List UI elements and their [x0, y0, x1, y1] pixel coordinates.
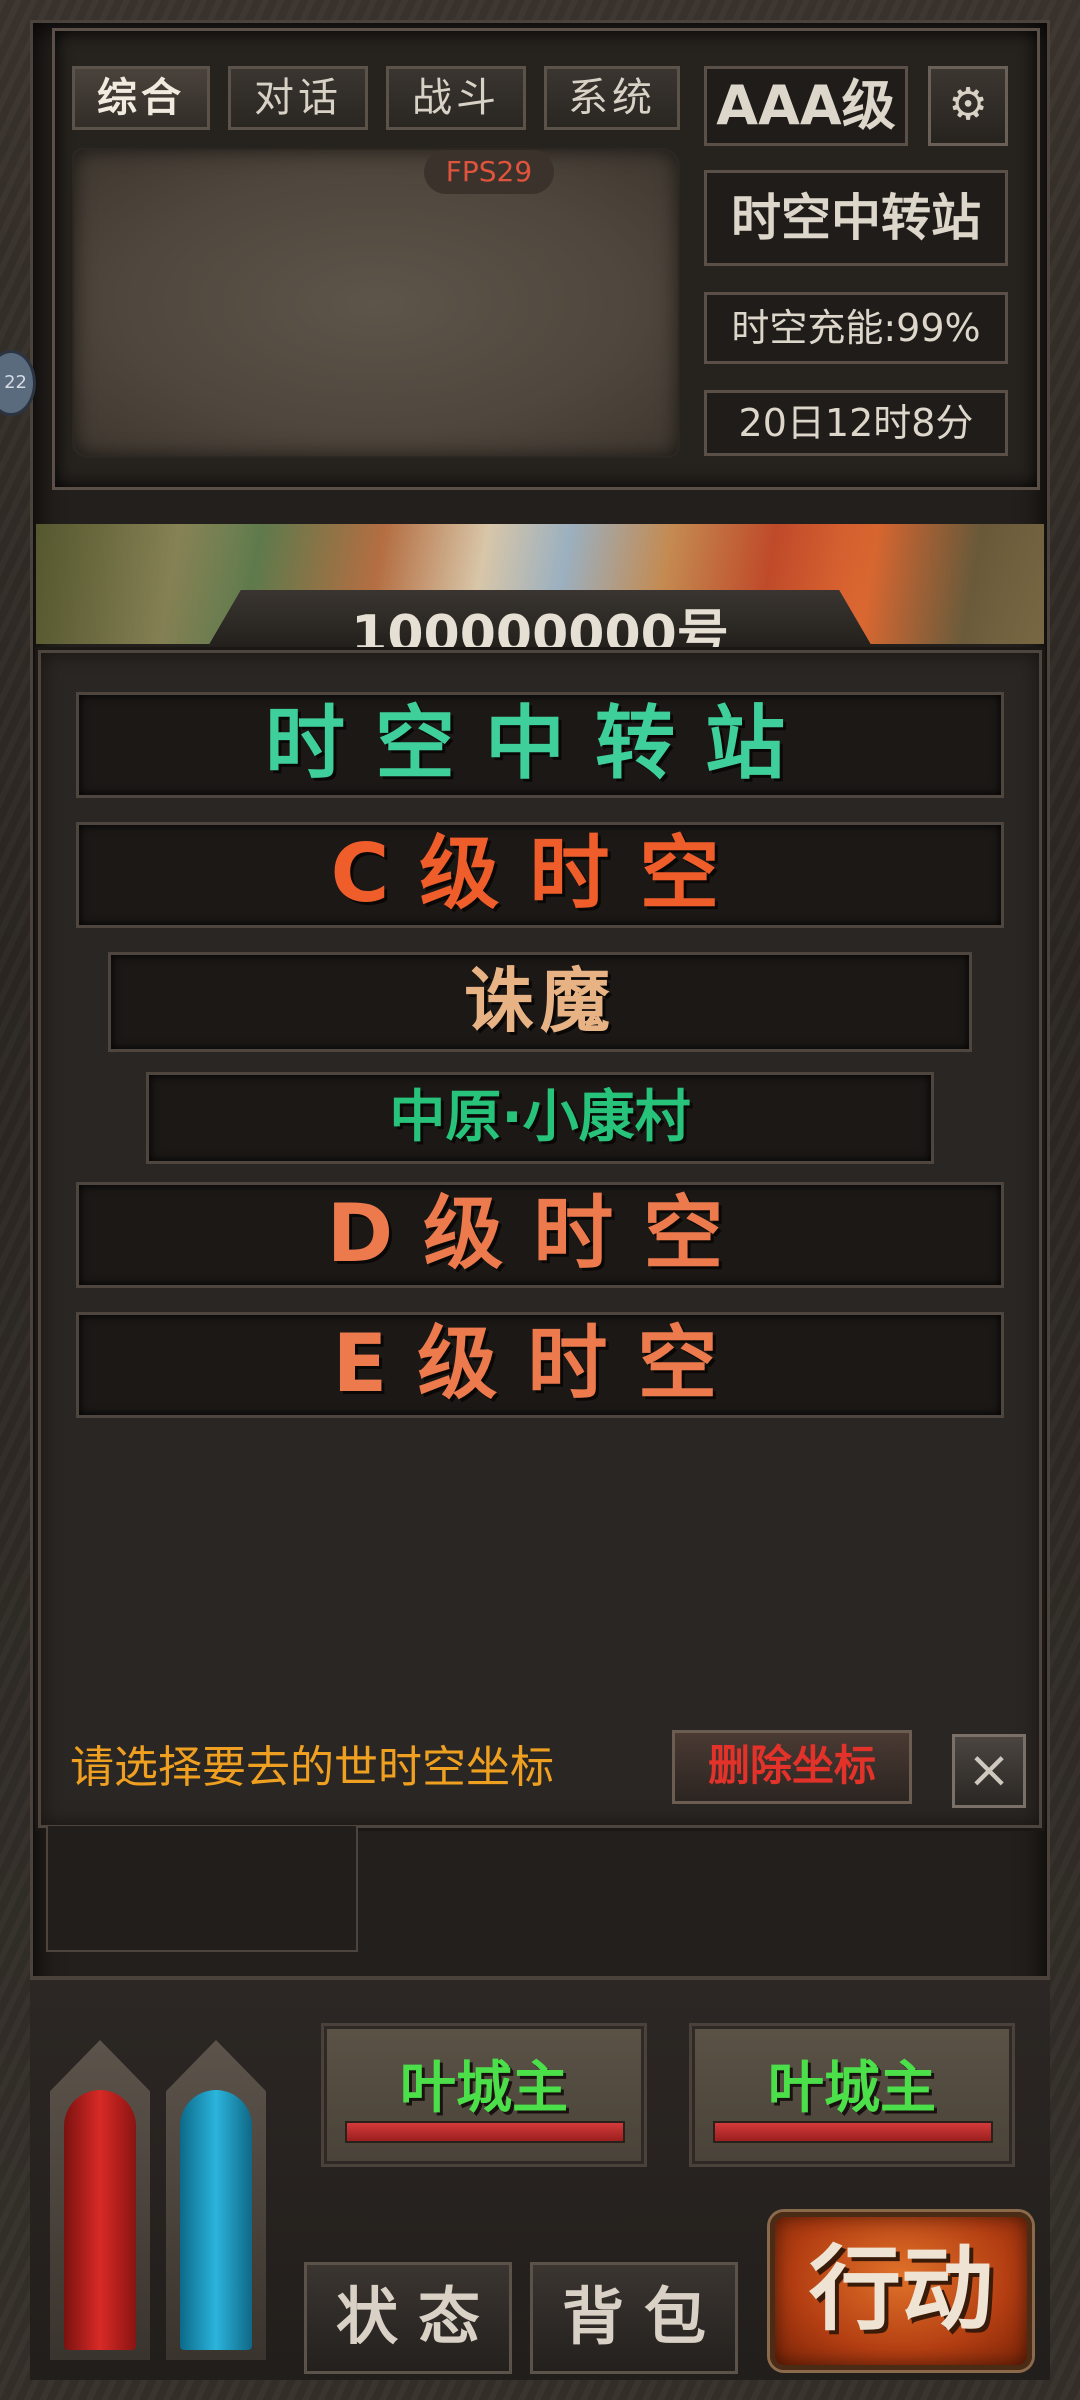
tab-system[interactable]: 系统	[544, 66, 680, 130]
mp-fill	[180, 2090, 252, 2350]
info-box	[46, 1826, 358, 1952]
fps-counter: FPS29	[424, 150, 554, 194]
destination-zhumo[interactable]: 诛魔	[108, 952, 972, 1052]
destination-label: D级时空	[326, 1187, 754, 1280]
gear-icon: ⚙	[948, 79, 988, 130]
destination-c-class[interactable]: C级时空	[76, 822, 1004, 928]
close-button[interactable]: ×	[952, 1734, 1026, 1808]
tab-general[interactable]: 综合	[72, 66, 210, 130]
destination-label: 时空中转站	[265, 697, 815, 790]
bag-button[interactable]: 背包	[530, 2262, 738, 2374]
npc-card[interactable]: 叶城主	[692, 2026, 1012, 2164]
game-time: 20日12时8分	[704, 390, 1008, 456]
status-button[interactable]: 状态	[304, 2262, 512, 2374]
destination-label: 诛魔	[464, 960, 616, 1042]
delete-coordinate-button[interactable]: 删除坐标	[672, 1730, 912, 1804]
tab-dialogue[interactable]: 对话	[228, 66, 368, 130]
npc-name: 叶城主	[768, 2056, 936, 2121]
destination-label: E级时空	[332, 1317, 748, 1410]
npc-hp-bar	[345, 2121, 625, 2143]
destination-d-class[interactable]: D级时空	[76, 1182, 1004, 1288]
destination-label: 中原·小康村	[389, 1085, 691, 1150]
destination-label: C级时空	[330, 827, 750, 920]
hp-gauge	[50, 2040, 150, 2360]
tab-combat[interactable]: 战斗	[386, 66, 526, 130]
settings-button[interactable]: ⚙	[928, 66, 1008, 146]
hp-fill	[64, 2090, 136, 2350]
level-display: AAA级	[704, 66, 908, 146]
npc-hp-bar	[713, 2121, 993, 2143]
npc-hp-fill	[715, 2123, 991, 2141]
npc-card[interactable]: 叶城主	[324, 2026, 644, 2164]
destination-transfer-station[interactable]: 时空中转站	[76, 692, 1004, 798]
action-button[interactable]: 行动	[770, 2212, 1032, 2370]
mp-gauge	[166, 2040, 266, 2360]
select-prompt: 请选择要去的世时空坐标	[70, 1742, 554, 1793]
vital-gauges	[36, 2000, 286, 2370]
current-location: 时空中转站	[704, 170, 1008, 266]
charge-status: 时空充能:99%	[704, 292, 1008, 364]
chat-box[interactable]	[72, 148, 680, 458]
npc-hp-fill	[347, 2123, 623, 2141]
destination-e-class[interactable]: E级时空	[76, 1312, 1004, 1418]
close-icon: ×	[967, 1740, 1011, 1800]
npc-name: 叶城主	[400, 2056, 568, 2121]
destination-xiaokang-village[interactable]: 中原·小康村	[146, 1072, 934, 1164]
